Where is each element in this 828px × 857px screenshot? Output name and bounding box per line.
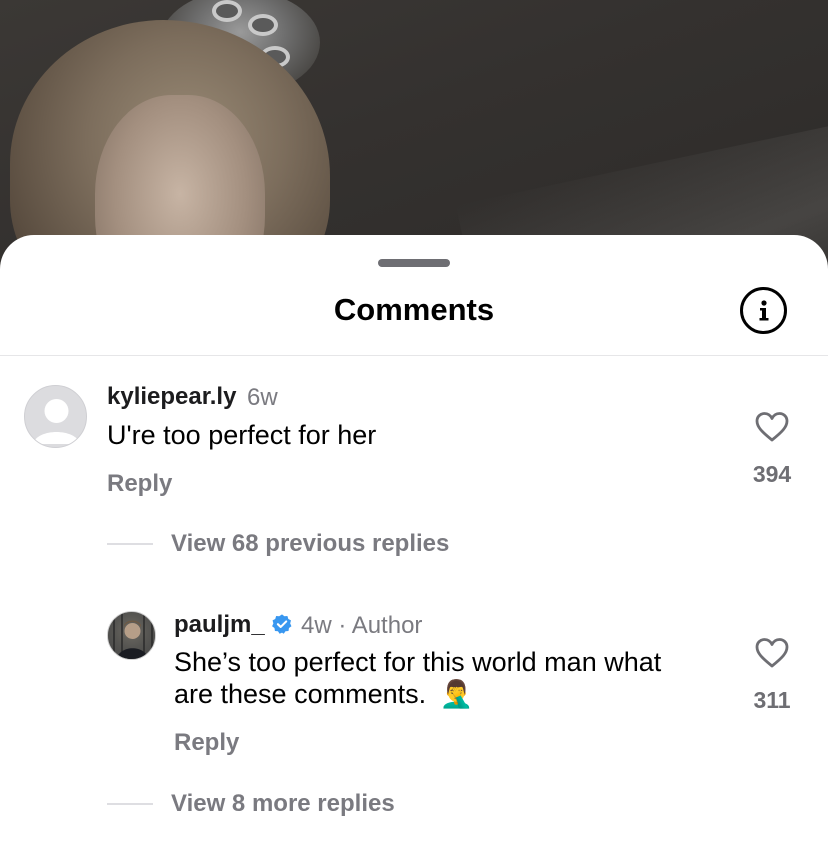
reply-text-line-1: She’s too perfect for this world man wha… bbox=[174, 647, 662, 677]
reply-text-line-2: are these comments. 🤦‍♂️ bbox=[174, 678, 734, 710]
verified-badge-icon bbox=[271, 614, 292, 634]
comments-sheet: Comments kyliepear.ly 6w U're too perfec… bbox=[0, 235, 828, 857]
view-more-replies-link[interactable]: View 8 more replies bbox=[171, 790, 395, 818]
reply-age: 4w bbox=[301, 612, 332, 639]
reply-username[interactable]: pauljm_ bbox=[174, 611, 293, 639]
reply-username-text[interactable]: pauljm_ bbox=[174, 611, 265, 638]
author-tag: Author bbox=[351, 612, 423, 639]
like-count: 311 bbox=[753, 687, 791, 713]
reply-text-line-2-text: are these comments. bbox=[174, 679, 427, 709]
reply-item: pauljm_ 4w · Author She’s too perfect fo… bbox=[0, 235, 828, 795]
reply-meta: 4w · Author bbox=[301, 612, 422, 640]
meta-separator: · bbox=[338, 612, 347, 639]
avatar[interactable] bbox=[107, 611, 156, 660]
reply-button[interactable]: Reply bbox=[174, 729, 239, 757]
heart-icon[interactable] bbox=[754, 637, 790, 669]
thread-line bbox=[107, 803, 153, 805]
facepalm-emoji: 🤦‍♂️ bbox=[439, 679, 474, 709]
reply-text: She’s too perfect for this world man wha… bbox=[174, 646, 734, 710]
